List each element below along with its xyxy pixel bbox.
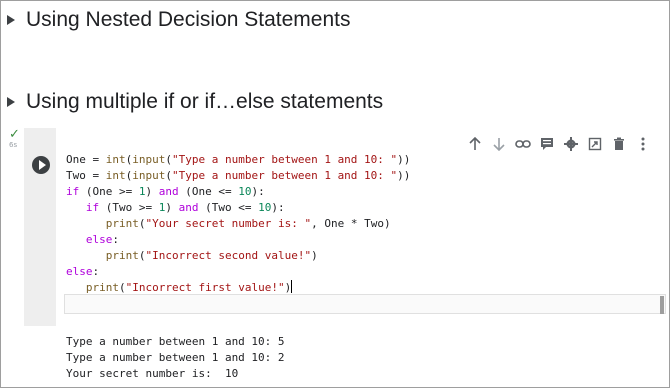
text-cursor — [291, 280, 293, 293]
code-line: Two = int(input("Type a number between 1… — [66, 169, 411, 182]
gear-icon[interactable] — [562, 135, 580, 153]
code-cell[interactable]: One = int(input("Type a number between 1… — [24, 128, 666, 326]
play-icon — [38, 160, 46, 170]
run-cell-button[interactable] — [32, 156, 50, 174]
cell-output: Type a number between 1 and 10: 5 Type a … — [66, 334, 646, 382]
more-vert-icon[interactable] — [634, 135, 652, 153]
mirror-cell-icon[interactable] — [586, 135, 604, 153]
section-heading-multiple-if[interactable]: Using multiple if or if…else statements — [6, 90, 383, 114]
code-editor[interactable]: One = int(input("Type a number between 1… — [66, 152, 666, 322]
code-line: else: — [66, 265, 100, 278]
output-line: Your secret number is: 10 — [66, 367, 239, 380]
collapse-caret-icon[interactable] — [7, 15, 15, 25]
output-line: Type a number between 1 and 10: 5 — [66, 335, 285, 348]
code-line: if (One >= 1) and (One <= 10): — [66, 185, 265, 198]
code-line: print("Incorrect first value!") — [85, 280, 293, 294]
execution-time: 6s — [9, 141, 18, 149]
execution-status: ✓ 6s — [9, 127, 23, 149]
link-icon[interactable] — [514, 135, 532, 153]
collapse-caret-icon[interactable] — [7, 97, 15, 107]
code-line: print("Your secret number is: ", One * T… — [105, 217, 391, 230]
check-icon: ✓ — [9, 127, 20, 142]
arrow-up-icon[interactable] — [466, 135, 484, 153]
section-heading-nested[interactable]: Using Nested Decision Statements — [6, 8, 351, 32]
section-title: Using Nested Decision Statements — [26, 8, 351, 31]
arrow-down-icon[interactable] — [490, 135, 508, 153]
comment-icon[interactable] — [538, 135, 556, 153]
code-line: if (Two >= 1) and (Two <= 10): — [85, 201, 285, 214]
delete-icon[interactable] — [610, 135, 628, 153]
section-title: Using multiple if or if…else statements — [26, 90, 384, 113]
output-line: Type a number between 1 and 10: 2 — [66, 351, 285, 364]
code-line: print("Incorrect second value!") — [105, 249, 318, 262]
code-line: One = int(input("Type a number between 1… — [66, 153, 411, 166]
code-line: else: — [85, 233, 119, 246]
